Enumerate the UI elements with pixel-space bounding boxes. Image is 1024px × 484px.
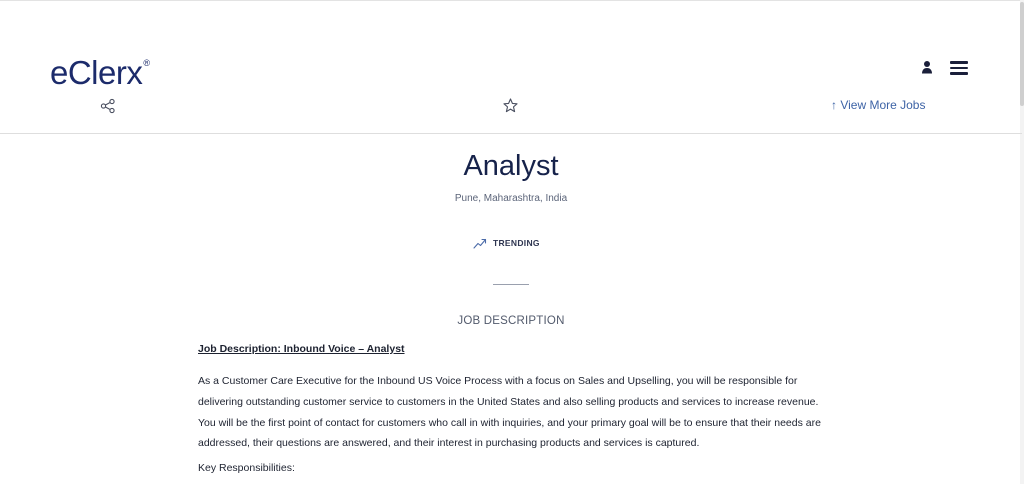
job-location: Pune, Maharashtra, India xyxy=(454,193,568,204)
logo-text: eClerx xyxy=(50,54,143,91)
job-description-content: Job Description: Inbound Voice – Analyst… xyxy=(198,342,828,475)
trending-badge: TRENDING xyxy=(473,237,540,249)
eclerx-logo[interactable]: eClerx® xyxy=(50,51,150,91)
trending-label: TRENDING xyxy=(493,238,540,248)
registered-mark: ® xyxy=(143,58,150,68)
responsibilities-heading: Key Responsibilities: xyxy=(198,462,295,475)
star-icon[interactable] xyxy=(503,98,518,113)
job-title: Analyst xyxy=(463,150,559,182)
page-header: eClerx® ↑ View More Jobs xyxy=(0,1,1022,134)
section-title: JOB DESCRIPTION xyxy=(457,315,565,327)
trending-up-icon xyxy=(473,238,487,249)
section-divider xyxy=(493,284,529,285)
view-more-jobs-link[interactable]: ↑ View More Jobs xyxy=(831,98,925,112)
share-icon[interactable] xyxy=(100,98,116,114)
hamburger-menu-icon[interactable] xyxy=(950,61,968,75)
user-icon[interactable] xyxy=(920,60,934,74)
description-paragraph: As a Customer Care Executive for the Inb… xyxy=(198,375,821,450)
description-heading: Job Description: Inbound Voice – Analyst xyxy=(198,343,405,355)
